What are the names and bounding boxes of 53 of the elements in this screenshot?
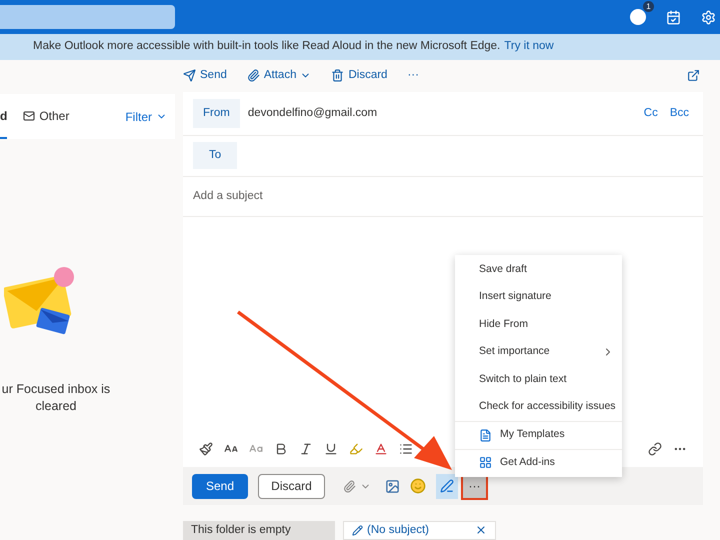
paperclip-icon bbox=[343, 480, 356, 492]
editor-button[interactable] bbox=[436, 474, 458, 498]
menu-item[interactable]: Set importance bbox=[455, 338, 622, 366]
notification-badge: 1 bbox=[643, 1, 654, 12]
folder-tab[interactable]: This folder is empty bbox=[183, 520, 335, 540]
draft-tab[interactable]: (No subject) bbox=[343, 520, 496, 540]
menu-item[interactable]: Get Add-ins bbox=[455, 448, 622, 476]
inbox-tab[interactable]: Other bbox=[23, 94, 70, 139]
close-icon[interactable] bbox=[475, 524, 487, 536]
underline-icon[interactable] bbox=[324, 442, 338, 456]
send-icon bbox=[183, 69, 196, 82]
attach-button[interactable] bbox=[343, 480, 371, 492]
document-icon bbox=[479, 428, 492, 442]
try-it-now-link[interactable]: Try it now bbox=[504, 38, 554, 56]
inbox-tab[interactable]: d bbox=[0, 94, 8, 139]
discard-button[interactable]: Discard bbox=[258, 474, 325, 498]
menu-item[interactable]: Insert signature bbox=[455, 284, 622, 311]
link-icon[interactable] bbox=[648, 442, 662, 456]
editor-pen-icon bbox=[440, 479, 454, 493]
trash-icon bbox=[331, 69, 344, 82]
banner-text: Make Outlook more accessible with built-in tools like Read Aloud in the new Microsoft Edge. bbox=[33, 39, 500, 54]
settings-icon[interactable] bbox=[701, 10, 716, 24]
menu-item[interactable]: Check for accessibility issues bbox=[455, 394, 622, 421]
to-button[interactable]: To bbox=[193, 142, 238, 170]
cc-link[interactable]: Cc bbox=[644, 104, 658, 122]
mail-icon bbox=[23, 110, 36, 122]
bcc-link[interactable]: Bcc bbox=[670, 104, 689, 122]
attach-command[interactable]: Attach bbox=[246, 67, 312, 85]
menu-item[interactable]: Save draft bbox=[455, 256, 622, 284]
send-command[interactable]: Send bbox=[183, 67, 227, 85]
from-address: devondelfino@gmail.com bbox=[248, 106, 378, 121]
search-field[interactable] bbox=[0, 5, 175, 29]
bold-icon[interactable] bbox=[274, 442, 288, 456]
empty-inbox-message: ur Focused inbox is cleared bbox=[0, 381, 112, 415]
image-icon[interactable] bbox=[385, 478, 400, 494]
subject-field[interactable]: Add a subject bbox=[193, 188, 693, 205]
filter-button[interactable]: Filter bbox=[125, 108, 167, 126]
pop-out-icon[interactable] bbox=[687, 69, 700, 82]
paintbrush-icon[interactable] bbox=[199, 442, 213, 456]
menu-item[interactable]: Switch to plain text bbox=[455, 366, 622, 394]
more-command[interactable]: ··· bbox=[407, 67, 419, 85]
menu-item[interactable]: Hide From bbox=[455, 311, 622, 338]
calendar-check-icon[interactable] bbox=[666, 10, 681, 24]
discard-command[interactable]: Discard bbox=[331, 67, 388, 85]
italic-icon[interactable] bbox=[299, 442, 313, 456]
menu-item[interactable]: My Templates bbox=[455, 421, 622, 448]
from-button[interactable]: From bbox=[193, 98, 240, 128]
grid-plus-icon bbox=[479, 456, 492, 470]
pencil-icon bbox=[352, 524, 363, 536]
send-button[interactable]: Send bbox=[192, 474, 248, 498]
bullets-icon[interactable] bbox=[399, 442, 413, 456]
paperclip-icon bbox=[246, 69, 260, 82]
font-color-icon[interactable] bbox=[374, 442, 388, 456]
